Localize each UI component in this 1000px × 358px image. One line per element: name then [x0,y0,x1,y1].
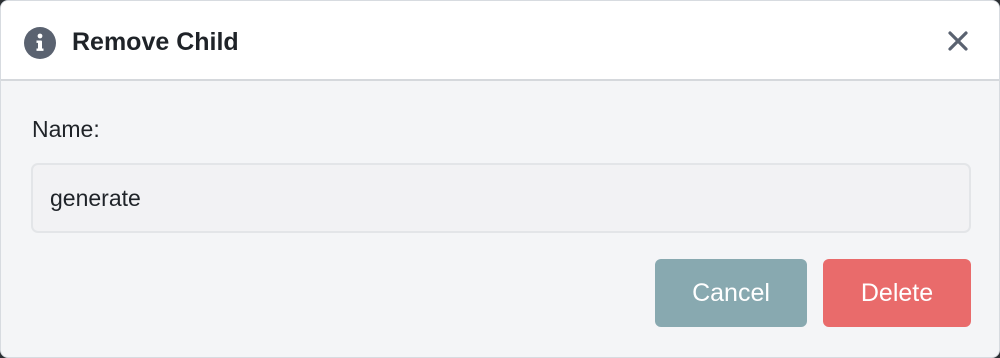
info-icon [24,27,56,59]
delete-button[interactable]: Delete [823,259,971,327]
dialog-body: Name: Cancel Delete [1,81,999,355]
name-field[interactable] [31,163,971,233]
close-icon[interactable] [944,27,972,55]
remove-child-dialog: Remove Child Name: Cancel Delete [0,0,1000,358]
dialog-header: Remove Child [1,1,999,81]
dialog-title: Remove Child [72,28,239,56]
name-label: Name: [32,116,100,142]
cancel-button[interactable]: Cancel [655,259,807,327]
